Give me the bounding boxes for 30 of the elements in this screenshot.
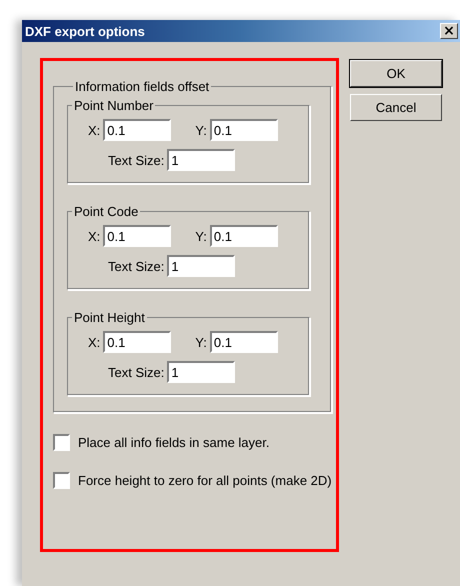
cancel-button[interactable]: Cancel [350,94,442,121]
field-label: X: [88,334,100,350]
group-title: Point Number [73,98,154,113]
field-label: Y: [195,228,207,244]
input-field[interactable]: 1 [167,149,236,171]
input-field[interactable]: 0.1 [210,225,278,247]
field-label: Y: [195,334,207,350]
input-field[interactable]: 0.1 [103,331,172,353]
ok-button[interactable]: OK [350,60,442,87]
field-label: Text Size: [108,152,164,168]
checkbox-label: Place all info fields in same layer. [78,435,270,450]
field-label: X: [88,122,100,138]
input-field[interactable]: 0.1 [210,331,278,353]
checkbox-label: Force height to zero for all points (make 2D) [78,473,332,488]
field-label: Text Size: [108,364,164,380]
input-field[interactable]: 1 [167,361,236,383]
checkbox[interactable] [53,472,70,489]
input-field[interactable]: 1 [167,255,236,277]
group-title: Point Height [73,310,146,325]
field-label: Y: [195,122,207,138]
group-title: Information fields offset [74,79,210,94]
close-button[interactable]: × [440,23,458,39]
field-label: Text Size: [108,258,164,274]
input-field[interactable]: 0.1 [103,225,172,247]
input-field[interactable]: 0.1 [210,119,278,141]
group-title: Point Code [73,204,140,219]
input-field[interactable]: 0.1 [103,119,172,141]
checkbox[interactable] [53,434,70,451]
window-title: DXF export options [25,24,145,38]
field-label: X: [88,228,100,244]
